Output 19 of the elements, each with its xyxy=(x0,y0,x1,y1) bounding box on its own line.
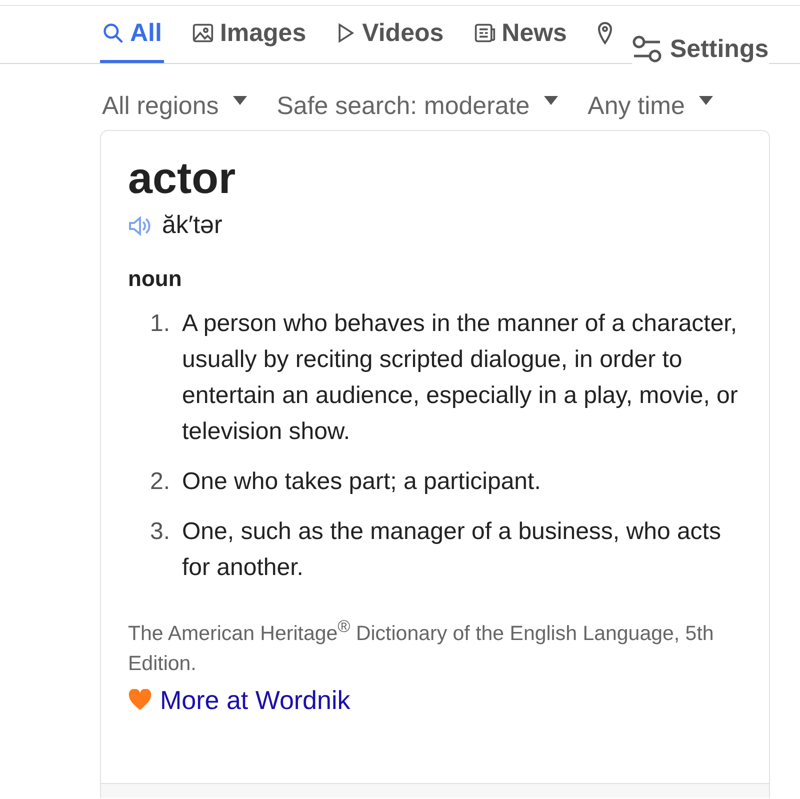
definition-number: 1. xyxy=(148,309,171,339)
definition-number: 2. xyxy=(148,467,171,497)
part-of-speech: noun xyxy=(128,266,183,292)
nav-tab[interactable]: All xyxy=(100,6,164,63)
nav-tab[interactable]: Images xyxy=(190,6,308,63)
nav-tab[interactable]: Videos xyxy=(334,6,446,63)
filter-dropdown[interactable]: All regions xyxy=(102,92,247,130)
definition-text: One, such as the manager of a business, who acts for another. xyxy=(182,517,722,583)
entry-word: actor xyxy=(128,153,237,205)
source-citation: The American Heritage$^{®}$ Dictionary of the English Language, 5th Edition. xyxy=(128,616,715,677)
pronunciation: ăk′tər xyxy=(162,211,222,240)
filter-dropdown[interactable]: Any time xyxy=(588,92,713,130)
wordnik-link[interactable]: More at Wordnik xyxy=(160,684,350,716)
definition-number: 3. xyxy=(148,517,171,547)
filter-dropdown[interactable]: Safe search: moderate xyxy=(276,92,558,130)
definition-text: One who takes part; a participant. xyxy=(182,467,541,497)
settings-button[interactable]: Settings xyxy=(632,34,769,64)
definition-text: A person who behaves in the manner of a character, usually by reciting scripted dialogue, in order to entertain an audience, especially in a play, movie, or television show. xyxy=(182,309,739,447)
nav-tab[interactable]: News xyxy=(472,6,569,63)
